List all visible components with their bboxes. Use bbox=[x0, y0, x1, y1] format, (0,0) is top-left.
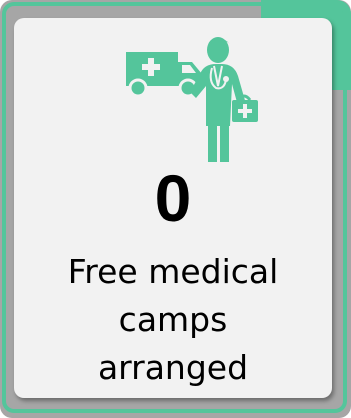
stethoscope-chest-piece bbox=[223, 76, 229, 82]
ambulance-wheel-back bbox=[128, 78, 148, 98]
stat-widget: 0 Free medical camps arranged bbox=[0, 0, 351, 418]
doctor-with-ambulance-icon bbox=[126, 37, 258, 162]
stat-label-line-3: arranged bbox=[97, 348, 249, 387]
stat-value: 0 bbox=[154, 161, 192, 235]
stat-card: 0 Free medical camps arranged bbox=[14, 18, 332, 398]
stat-label-line-1: Free medical bbox=[67, 252, 279, 291]
bag-cross-h bbox=[238, 109, 252, 113]
stat-label: Free medical camps arranged bbox=[14, 248, 332, 392]
ambulance-cross-h bbox=[142, 64, 160, 70]
stat-label-line-2: camps bbox=[118, 300, 228, 339]
